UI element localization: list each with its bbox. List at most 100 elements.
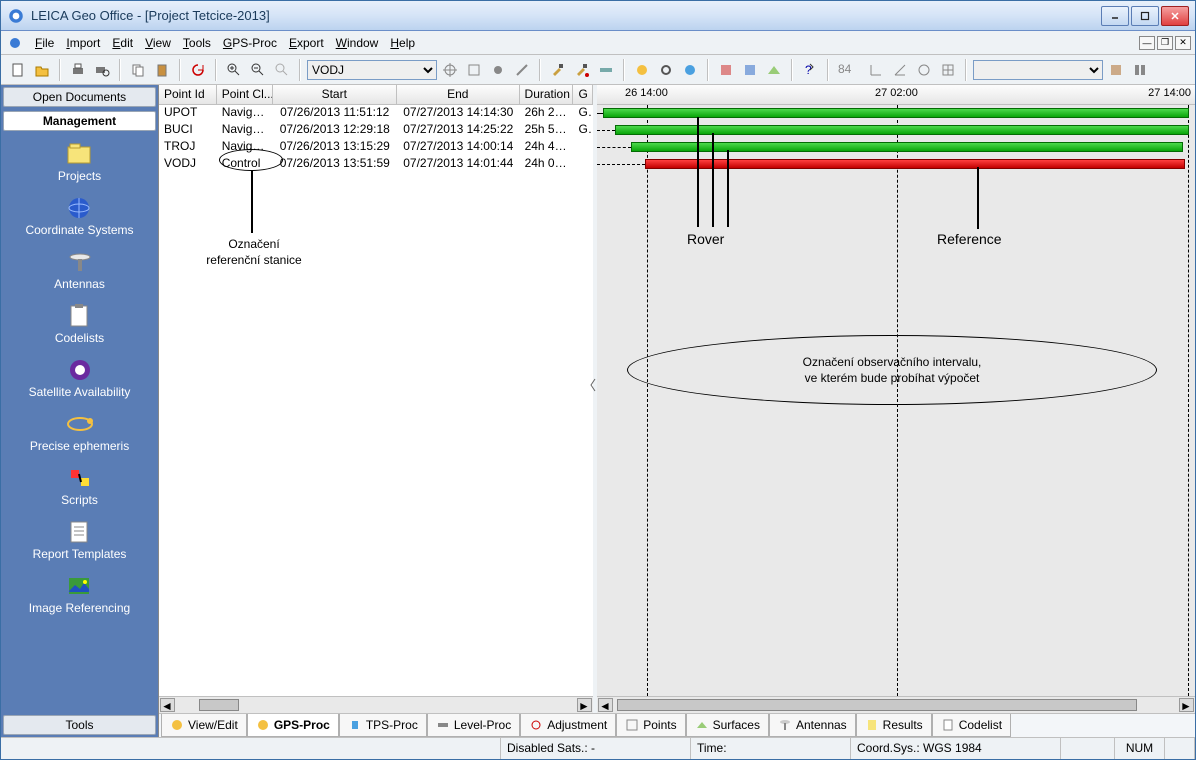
scroll-thumb[interactable]	[199, 699, 239, 711]
menu-import[interactable]: Import	[60, 33, 106, 53]
pane-splitter[interactable]	[589, 365, 597, 405]
mdi-controls: — ❐ ✕	[1139, 36, 1191, 50]
num-icon[interactable]: 84	[835, 59, 863, 81]
tool-icon-7[interactable]	[763, 59, 785, 81]
maximize-button[interactable]	[1131, 6, 1159, 26]
gear-icon[interactable]	[655, 59, 677, 81]
timeline-bar-troj[interactable]	[631, 142, 1183, 152]
new-icon[interactable]	[7, 59, 29, 81]
sidebar-item-projects[interactable]: Projects	[58, 141, 101, 183]
paste-icon[interactable]	[151, 59, 173, 81]
sidebar-item-satavail[interactable]: Satellite Availability	[29, 357, 131, 399]
tab-points[interactable]: Points	[616, 714, 685, 737]
axis-icon[interactable]	[865, 59, 887, 81]
menu-view[interactable]: View	[139, 33, 177, 53]
col-end[interactable]: End	[397, 85, 520, 104]
tab-adjustment[interactable]: Adjustment	[520, 714, 616, 737]
minimize-button[interactable]	[1101, 6, 1129, 26]
tab-tps[interactable]: TPS-Proc	[339, 714, 427, 737]
zoom-in-icon[interactable]	[223, 59, 245, 81]
mdi-minimize[interactable]: —	[1139, 36, 1155, 50]
tool-icon-5[interactable]	[715, 59, 737, 81]
tool-icon-4[interactable]	[595, 59, 617, 81]
timeline-hscroll[interactable]: ◄ ►	[597, 696, 1195, 713]
help-icon[interactable]: ?	[799, 59, 821, 81]
sidebar-item-label: Codelists	[55, 331, 104, 345]
tool-icon-6[interactable]	[739, 59, 761, 81]
col-pointcl[interactable]: Point Cl...	[217, 85, 273, 104]
sidebar-tools[interactable]: Tools	[3, 715, 156, 735]
target-icon[interactable]	[439, 59, 461, 81]
sidebar-item-coordsys[interactable]: Coordinate Systems	[25, 195, 133, 237]
sidebar-item-label: Coordinate Systems	[25, 223, 133, 237]
tool-icon-1[interactable]	[463, 59, 485, 81]
scroll-left-icon[interactable]: ◄	[598, 698, 613, 712]
sidebar-item-antennas[interactable]: Antennas	[54, 249, 105, 291]
sidebar-item-reports[interactable]: Report Templates	[33, 519, 127, 561]
toolbar: VODJ ? 84	[1, 55, 1195, 85]
zoom-out-icon[interactable]	[247, 59, 269, 81]
sidebar-item-scripts[interactable]: Scripts	[61, 465, 98, 507]
sat-icon[interactable]	[631, 59, 653, 81]
tab-surfaces[interactable]: Surfaces	[686, 714, 769, 737]
table-row[interactable]: VODJ Control 07/26/2013 13:51:59 07/27/2…	[159, 156, 593, 173]
tool-icon-3[interactable]	[511, 59, 533, 81]
grid-icon[interactable]	[937, 59, 959, 81]
tab-gps[interactable]: GPS-Proc	[247, 714, 339, 737]
lead-line	[597, 147, 631, 148]
scroll-right-icon[interactable]: ►	[1179, 698, 1194, 712]
hammer-icon[interactable]	[547, 59, 569, 81]
angle-icon[interactable]	[889, 59, 911, 81]
sidebar-item-codelists[interactable]: Codelists	[55, 303, 104, 345]
second-combo[interactable]	[973, 60, 1103, 80]
globe-icon[interactable]	[679, 59, 701, 81]
col-g[interactable]: G	[573, 85, 593, 104]
menu-help[interactable]: Help	[384, 33, 421, 53]
mdi-close[interactable]: ✕	[1175, 36, 1191, 50]
tab-viewedit[interactable]: View/Edit	[161, 714, 247, 737]
tool-icon-8[interactable]	[1105, 59, 1127, 81]
menu-gps[interactable]: GPS-Proc	[217, 33, 283, 53]
table-row[interactable]: TROJ Navigat... 07/26/2013 13:15:29 07/2…	[159, 139, 593, 156]
col-start[interactable]: Start	[273, 85, 397, 104]
timeline-bar-vodj[interactable]	[645, 159, 1185, 169]
sidebar-item-ephemeris[interactable]: Precise ephemeris	[30, 411, 129, 453]
globe2-icon[interactable]	[913, 59, 935, 81]
menu-window[interactable]: Window	[330, 33, 385, 53]
table-hscroll[interactable]: ◄ ►	[159, 696, 593, 713]
print-icon[interactable]	[67, 59, 89, 81]
open-icon[interactable]	[31, 59, 53, 81]
tool-icon-2[interactable]	[487, 59, 509, 81]
table-row[interactable]: UPOT Navigat... 07/26/2013 11:51:12 07/2…	[159, 105, 593, 122]
scroll-right-icon[interactable]: ►	[577, 698, 592, 712]
copy-icon[interactable]	[127, 59, 149, 81]
menu-edit[interactable]: Edit	[106, 33, 139, 53]
tab-level[interactable]: Level-Proc	[427, 714, 520, 737]
hammer2-icon[interactable]	[571, 59, 593, 81]
refresh-icon[interactable]	[187, 59, 209, 81]
sidebar-open-documents[interactable]: Open Documents	[3, 87, 156, 107]
col-pointid[interactable]: Point Id	[159, 85, 217, 104]
close-button[interactable]	[1161, 6, 1189, 26]
timeline-body[interactable]: Rover Reference Označení observačního in…	[597, 105, 1195, 696]
tab-antennas[interactable]: Antennas	[769, 714, 856, 737]
tool-icon-9[interactable]	[1129, 59, 1151, 81]
scroll-left-icon[interactable]: ◄	[160, 698, 175, 712]
print-preview-icon[interactable]	[91, 59, 113, 81]
menu-file[interactable]: File	[29, 33, 60, 53]
menu-tools[interactable]: Tools	[177, 33, 217, 53]
sidebar-management[interactable]: Management	[3, 111, 156, 131]
tps-icon	[348, 718, 362, 732]
timeline-bar-buci[interactable]	[615, 125, 1189, 135]
scroll-thumb[interactable]	[617, 699, 1137, 711]
timeline-bar-upot[interactable]	[603, 108, 1189, 118]
zoom-fit-icon[interactable]	[271, 59, 293, 81]
mdi-restore[interactable]: ❐	[1157, 36, 1173, 50]
menu-export[interactable]: Export	[283, 33, 330, 53]
col-duration[interactable]: Duration	[520, 85, 574, 104]
point-combo[interactable]: VODJ	[307, 60, 437, 80]
sidebar-item-imageref[interactable]: Image Referencing	[29, 573, 130, 615]
table-row[interactable]: BUCI Navigat... 07/26/2013 12:29:18 07/2…	[159, 122, 593, 139]
tab-codelist[interactable]: Codelist	[932, 714, 1011, 737]
tab-results[interactable]: Results	[856, 714, 932, 737]
